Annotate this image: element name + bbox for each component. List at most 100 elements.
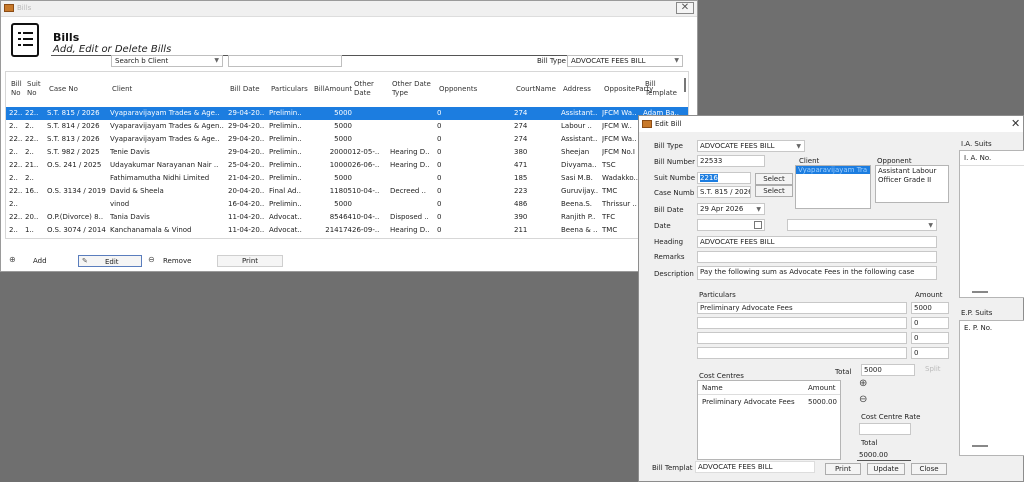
table-cell: 22.. bbox=[25, 109, 39, 117]
table-row[interactable]: 2.. 2.. S.T. 814 / 2026 Vyaparavijayam Trad… bbox=[6, 120, 688, 133]
cost-centre-rate-field[interactable] bbox=[859, 423, 911, 435]
table-cell: JFCM No.I bbox=[602, 148, 635, 156]
table-cell: JFCM Wa.. bbox=[602, 109, 637, 117]
table-cell: 274 bbox=[514, 109, 528, 117]
table-row[interactable]: 22.. 21.. O.S. 241 / 2025 Udayakumar Naraya… bbox=[6, 159, 688, 172]
edit-button[interactable]: ✎ Edit bbox=[78, 255, 142, 267]
column-header[interactable]: Other Date Type bbox=[389, 72, 436, 106]
column-header[interactable]: Bill No bbox=[8, 72, 24, 106]
column-header[interactable]: Case No bbox=[46, 72, 109, 106]
heading-label: Heading bbox=[654, 238, 684, 246]
ia-suits-list[interactable]: I. A. No. bbox=[959, 150, 1024, 298]
split-button[interactable]: Split bbox=[925, 365, 941, 373]
table-cell: Sheejan bbox=[561, 148, 590, 156]
app-icon bbox=[4, 4, 14, 12]
table-row[interactable]: 2.. 1.. O.S. 3074 / 2014 Kanchanamala & Vin… bbox=[6, 224, 688, 237]
table-cell: 2.. bbox=[9, 200, 18, 208]
opponent-list[interactable]: Assistant Labour Officer Grade II bbox=[875, 165, 949, 203]
bills-window: Bills ✕ Bills Add, Edit or Delete Bills … bbox=[0, 0, 698, 272]
column-header[interactable]: Address bbox=[560, 72, 601, 106]
particular-amount-field[interactable]: 0 bbox=[911, 317, 949, 329]
close-icon[interactable]: ✕ bbox=[1011, 117, 1020, 130]
remove-cost-centre-icon[interactable]: ⊖ bbox=[859, 394, 867, 405]
cc-row-name: Preliminary Advocate Fees bbox=[702, 398, 795, 406]
close-button[interactable]: Close bbox=[911, 463, 947, 475]
particular-name-field[interactable]: Preliminary Advocate Fees bbox=[697, 302, 907, 314]
other-date-type-dropdown[interactable]: ▼ bbox=[787, 219, 937, 231]
table-row[interactable]: 2.. 2.. S.T. 982 / 2025 Tenie Davis 29-04-20… bbox=[6, 146, 688, 159]
description-field[interactable]: Pay the following sum as Advocate Fees i… bbox=[697, 266, 937, 280]
client-list-item[interactable]: Vyaparavijayam Tra bbox=[796, 166, 870, 174]
column-header[interactable]: Client bbox=[109, 72, 227, 106]
table-cell: JFCM Wa.. bbox=[602, 135, 637, 143]
scroll-handle[interactable] bbox=[972, 445, 988, 447]
table-cell: 223 bbox=[514, 187, 528, 195]
table-row[interactable]: 22.. 16.. O.S. 3134 / 2019 David & Sheela 20… bbox=[6, 185, 688, 198]
select-suit-button[interactable]: Select bbox=[755, 173, 793, 185]
date-field[interactable] bbox=[697, 219, 765, 231]
column-header[interactable]: BillAmount bbox=[311, 72, 352, 106]
update-button[interactable]: Update bbox=[867, 463, 905, 475]
cost-centres-table[interactable]: Name Amount Preliminary Advocate Fees 50… bbox=[697, 380, 841, 460]
table-cell: 5000 bbox=[334, 200, 352, 208]
bill-type-dropdown[interactable]: ADVOCATE FEES BILL ▼ bbox=[567, 55, 683, 67]
table-cell: TSC bbox=[602, 161, 616, 169]
table-cell: 22.. bbox=[9, 161, 23, 169]
column-header[interactable]: OppositeParty bbox=[601, 72, 653, 106]
table-cell: 486 bbox=[514, 200, 528, 208]
print-bill-button[interactable]: Print bbox=[825, 463, 861, 475]
heading-field[interactable]: ADVOCATE FEES BILL bbox=[697, 236, 937, 248]
scroll-handle[interactable] bbox=[972, 291, 988, 293]
client-list[interactable]: Vyaparavijayam Tra bbox=[795, 165, 871, 209]
table-cell: Hearing D.. bbox=[390, 226, 430, 234]
particular-amount-field[interactable]: 0 bbox=[911, 332, 949, 344]
opponent-list-item[interactable]: Assistant Labour Officer Grade II bbox=[876, 166, 948, 186]
column-resize-handle[interactable] bbox=[684, 78, 686, 92]
bill-number-label: Bill Number bbox=[654, 158, 695, 166]
bill-template-label: Bill Templat bbox=[652, 464, 693, 472]
cc-header-name: Name bbox=[702, 384, 723, 392]
close-icon[interactable]: ✕ bbox=[676, 2, 694, 14]
total-label: Total bbox=[835, 368, 852, 376]
calendar-icon[interactable] bbox=[754, 221, 762, 229]
bill-template-dropdown[interactable]: ADVOCATE FEES BILL bbox=[695, 461, 815, 473]
remove-button[interactable]: ⊖ Remove bbox=[147, 255, 211, 267]
particular-amount-field[interactable]: 0 bbox=[911, 347, 949, 359]
bill-number-field[interactable]: 22533 bbox=[697, 155, 765, 167]
table-row[interactable]: 2.. vinod 16-04-20.. Prelimin.. 5000 0 486 Been… bbox=[6, 198, 688, 211]
particular-name-field[interactable] bbox=[697, 317, 907, 329]
column-header[interactable]: CourtName bbox=[513, 72, 560, 106]
table-cell: 29-04-20.. bbox=[228, 135, 265, 143]
bill-type-dropdown[interactable]: ADVOCATE FEES BILL ▼ bbox=[697, 140, 805, 152]
remarks-field[interactable] bbox=[697, 251, 937, 263]
column-header[interactable]: Other Date bbox=[351, 72, 389, 106]
case-number-field[interactable]: S.T. 815 / 2026 bbox=[697, 186, 751, 198]
column-header[interactable]: Bill Template bbox=[642, 72, 686, 106]
table-row[interactable]: 22.. 20.. O.P.(Divorce) 8.. Tania Davis 11-0… bbox=[6, 211, 688, 224]
column-header[interactable]: Suit No bbox=[24, 72, 46, 106]
suit-number-field[interactable]: 2216 bbox=[697, 172, 751, 184]
bills-table[interactable]: Bill No Suit No Case No Client Bill Date Part… bbox=[5, 71, 689, 239]
add-cost-centre-icon[interactable]: ⊕ bbox=[859, 378, 867, 389]
chevron-down-icon: ▼ bbox=[674, 57, 679, 64]
ep-suits-list[interactable]: E. P. No. bbox=[959, 320, 1024, 456]
search-input[interactable] bbox=[228, 55, 342, 67]
particular-name-field[interactable] bbox=[697, 347, 907, 359]
table-row[interactable]: 22.. 22.. S.T. 815 / 2026 Vyaparavijayam Tr… bbox=[6, 107, 688, 120]
select-case-button[interactable]: Select bbox=[755, 185, 793, 197]
table-row[interactable]: 22.. 22.. S.T. 813 / 2026 Vyaparavijayam Tr… bbox=[6, 133, 688, 146]
table-cell: 2.. bbox=[9, 174, 18, 182]
bill-date-label: Bill Date bbox=[654, 206, 684, 214]
add-button[interactable]: ⊕ Add bbox=[7, 255, 73, 267]
column-header[interactable]: Opponents bbox=[436, 72, 513, 106]
bill-date-picker[interactable]: 29 Apr 2026 ▼ bbox=[697, 203, 765, 215]
table-row[interactable]: 2.. 2.. Fathimamutha Nidhi Limited 21-04-20… bbox=[6, 172, 688, 185]
print-button[interactable]: Print bbox=[217, 255, 283, 267]
particular-amount-field[interactable]: 5000 bbox=[911, 302, 949, 314]
column-header[interactable]: Bill Date bbox=[227, 72, 268, 106]
particular-name-field[interactable] bbox=[697, 332, 907, 344]
table-cell: Ranjith P.. bbox=[561, 213, 596, 221]
column-header[interactable]: Particulars bbox=[268, 72, 311, 106]
table-cell: 29-04-20.. bbox=[228, 122, 265, 130]
search-by-dropdown[interactable]: Search b Client ▼ bbox=[111, 55, 223, 67]
